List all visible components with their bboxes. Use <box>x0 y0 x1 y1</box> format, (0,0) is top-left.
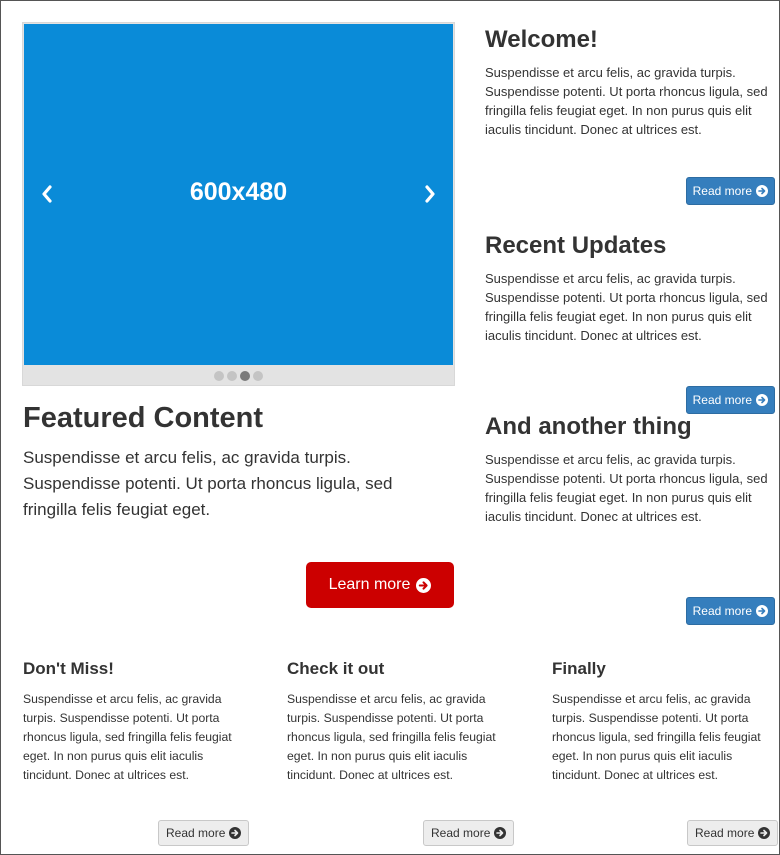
finally-column: Finally Suspendisse et arcu felis, ac gr… <box>552 658 779 785</box>
carousel-indicator-3[interactable] <box>240 371 250 381</box>
finally-title: Finally <box>552 659 606 678</box>
welcome-text: Suspendisse et arcu felis, ac gravida tu… <box>485 65 768 137</box>
slide-caption: 600x480 <box>189 178 288 206</box>
welcome-title: Welcome! <box>485 26 598 53</box>
dont-miss-title: Don't Miss! <box>23 659 114 678</box>
welcome-read-more-button[interactable]: Read more <box>685 177 775 205</box>
carousel-indicator-1[interactable] <box>214 371 224 381</box>
circle-arrow-right-icon <box>229 827 242 839</box>
learn-more-button[interactable]: Learn more <box>306 562 454 608</box>
check-it-out-read-more-button[interactable]: Read more <box>423 820 515 846</box>
circle-arrow-right-icon <box>756 605 768 617</box>
check-it-out-column: Check it out Suspendisse et arcu felis, … <box>287 658 517 785</box>
circle-arrow-right-icon <box>494 827 507 839</box>
finally-read-more-button[interactable]: Read more <box>687 820 779 846</box>
recent-updates-section: Recent Updates Suspendisse et arcu felis… <box>485 231 779 345</box>
carousel-indicators <box>23 367 454 385</box>
another-thing-section: And another thing Suspendisse et arcu fe… <box>485 412 779 526</box>
circle-arrow-right-icon <box>756 185 768 197</box>
carousel-prev-button[interactable] <box>32 179 62 209</box>
read-more-label: Read more <box>431 826 491 840</box>
carousel-slide[interactable]: 600x480 <box>24 24 453 365</box>
carousel-next-button[interactable] <box>415 179 445 209</box>
chevron-left-icon <box>42 185 52 203</box>
dont-miss-read-more-button[interactable]: Read more <box>158 820 250 846</box>
read-more-label: Read more <box>692 393 752 407</box>
circle-arrow-right-icon <box>758 827 771 839</box>
recent-updates-read-more-button[interactable]: Read more <box>685 386 775 414</box>
image-carousel: 600x480 <box>22 22 455 386</box>
read-more-label: Read more <box>692 184 752 198</box>
check-it-out-title: Check it out <box>287 659 385 678</box>
another-thing-read-more-button[interactable]: Read more <box>685 597 775 625</box>
read-more-label: Read more <box>692 604 752 618</box>
dont-miss-column: Don't Miss! Suspendisse et arcu felis, a… <box>23 658 253 785</box>
circle-arrow-right-icon <box>756 394 768 406</box>
carousel-indicator-4[interactable] <box>253 371 263 381</box>
another-thing-text: Suspendisse et arcu felis, ac gravida tu… <box>485 452 768 524</box>
learn-more-label: Learn more <box>328 576 411 593</box>
page-frame: 600x480 Welcome! Suspendisse et arcu fel… <box>0 0 780 855</box>
check-it-out-text: Suspendisse et arcu felis, ac gravida tu… <box>287 692 496 782</box>
featured-text: Suspendisse et arcu felis, ac gravida tu… <box>23 448 393 519</box>
finally-text: Suspendisse et arcu felis, ac gravida tu… <box>552 692 761 782</box>
carousel-indicator-2[interactable] <box>227 371 237 381</box>
featured-title: Featured Content <box>23 402 264 434</box>
another-thing-title: And another thing <box>485 413 692 440</box>
recent-updates-title: Recent Updates <box>485 232 667 259</box>
circle-arrow-right-icon <box>416 577 432 593</box>
read-more-label: Read more <box>166 826 226 840</box>
dont-miss-text: Suspendisse et arcu felis, ac gravida tu… <box>23 692 232 782</box>
welcome-section: Welcome! Suspendisse et arcu felis, ac g… <box>485 25 779 139</box>
chevron-right-icon <box>425 185 435 203</box>
read-more-label: Read more <box>695 826 755 840</box>
recent-updates-text: Suspendisse et arcu felis, ac gravida tu… <box>485 271 768 343</box>
featured-section: Featured Content Suspendisse et arcu fel… <box>23 401 463 523</box>
